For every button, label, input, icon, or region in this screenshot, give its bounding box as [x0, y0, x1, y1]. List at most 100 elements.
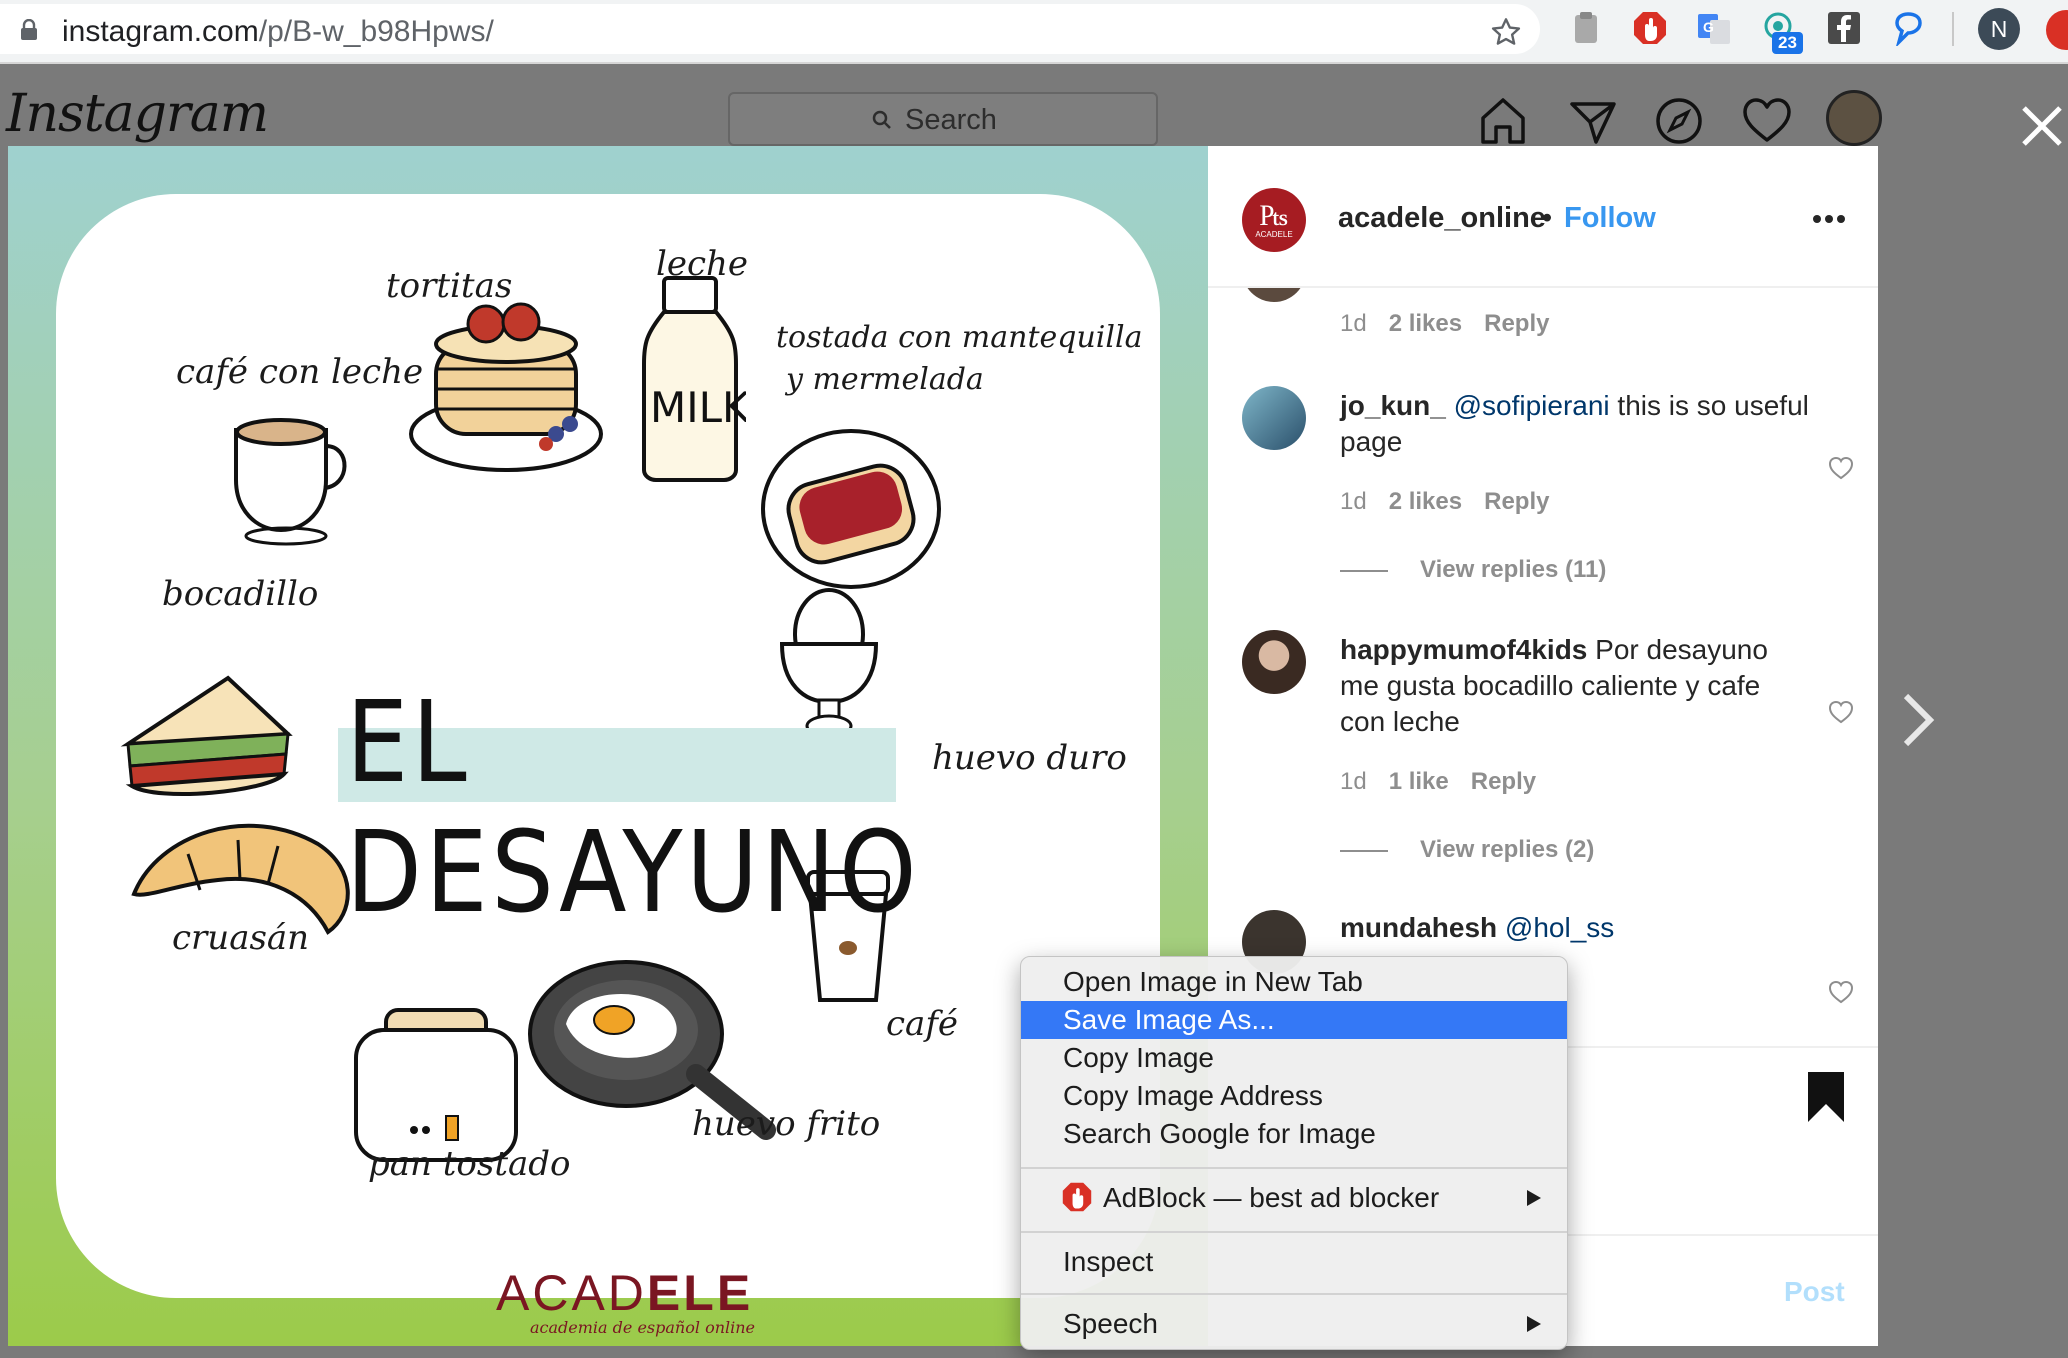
reply-button[interactable]: Reply [1484, 310, 1549, 337]
activity-heart-icon[interactable] [1740, 94, 1794, 148]
follow-button[interactable]: Follow [1564, 202, 1656, 235]
menu-separator [1021, 1167, 1567, 1169]
label-cruasan: cruasán [172, 918, 310, 958]
menu-item-open-image-new-tab[interactable]: Open Image in New Tab [1021, 963, 1567, 1001]
coffee-cup-drawing [234, 418, 347, 546]
menu-item-inspect[interactable]: Inspect [1021, 1243, 1567, 1281]
browser-toolbar: instagram.com/p/B-w_b98Hpws/ G 23 N [0, 0, 2068, 64]
comment-time: 1d [1340, 768, 1367, 795]
search-input[interactable]: Search [728, 92, 1158, 146]
comment-mention[interactable]: @sofipierani [1454, 390, 1610, 421]
replies-line [1340, 849, 1388, 852]
chevron-right-icon[interactable] [1898, 690, 1938, 750]
profile-avatar[interactable]: N [1978, 8, 2020, 50]
like-heart-icon[interactable] [1828, 700, 1854, 724]
adblock-extension-icon[interactable] [1632, 10, 1668, 46]
extension-icon-partial[interactable] [2046, 10, 2068, 50]
comment-username[interactable]: happymumof4kids [1340, 634, 1587, 665]
commenter-avatar[interactable] [1242, 288, 1306, 302]
submenu-arrow-icon [1527, 1190, 1541, 1206]
comment-likes[interactable]: 2 likes [1389, 488, 1462, 515]
brand-bold: ELE [646, 1265, 754, 1321]
brand-light: ACAD [496, 1265, 647, 1321]
bookmark-star-icon[interactable] [1490, 16, 1522, 48]
menu-item-save-image-as[interactable]: Save Image As... [1021, 1001, 1567, 1039]
post-comment-button[interactable]: Post [1784, 1276, 1845, 1308]
label-leche: leche [656, 244, 749, 284]
poster-title: EL DESAYUNO [346, 678, 921, 938]
like-heart-icon[interactable] [1828, 456, 1854, 480]
pin-extension-icon[interactable] [1890, 10, 1926, 46]
google-translate-extension-icon[interactable]: G [1696, 10, 1732, 46]
milk-label: MILK [650, 383, 746, 432]
label-mermelada: y mermelada [786, 362, 984, 397]
label-cafe-con-leche: café con leche [176, 352, 424, 392]
commenter-avatar[interactable] [1242, 386, 1306, 450]
close-icon[interactable] [2020, 104, 2064, 148]
menu-separator [1021, 1231, 1567, 1233]
brand-tagline: academia de español online [530, 1318, 756, 1337]
comment-time: 1d [1340, 310, 1367, 337]
svg-text:G: G [1703, 19, 1714, 35]
explore-compass-icon[interactable] [1652, 94, 1706, 148]
menu-item-copy-image-address[interactable]: Copy Image Address [1021, 1077, 1567, 1115]
comment-likes[interactable]: 2 likes [1389, 310, 1462, 337]
view-replies-button[interactable]: View replies (11) [1340, 556, 1606, 584]
label-pan-tostado: pan tostado [368, 1144, 571, 1184]
label-tortitas: tortitas [386, 266, 513, 306]
direct-message-icon[interactable] [1566, 94, 1620, 148]
home-icon[interactable] [1476, 94, 1530, 148]
lock-icon[interactable] [20, 19, 38, 41]
comment-meta: 1d 2 likes Reply [1340, 310, 1549, 338]
view-replies-button[interactable]: View replies (2) [1340, 836, 1594, 864]
comment-text: happymumof4kids Por desayuno me gusta bo… [1340, 632, 1810, 740]
pancakes-drawing [409, 302, 603, 472]
label-tostada: tostada con mantequilla [776, 320, 1143, 355]
comment-username[interactable]: mundahesh [1340, 912, 1497, 943]
commenter-avatar[interactable] [1242, 630, 1306, 694]
search-placeholder: Search [905, 104, 997, 136]
comment-likes[interactable]: 1 like [1389, 768, 1449, 795]
submenu-arrow-icon [1527, 1316, 1541, 1332]
like-heart-icon[interactable] [1828, 980, 1854, 1004]
reply-button[interactable]: Reply [1484, 488, 1549, 515]
toaster-drawing [354, 1008, 518, 1162]
author-avatar[interactable]: ₧ ACADELE [1242, 188, 1306, 252]
post-header: ₧ ACADELE acadele_online • Follow [1208, 146, 1878, 288]
label-bocadillo: bocadillo [162, 574, 319, 614]
comment-username[interactable]: jo_kun_ [1340, 390, 1446, 421]
context-menu: Open Image in New Tab Save Image As... C… [1020, 956, 1568, 1350]
url-host: instagram.com [62, 15, 259, 48]
comment-meta: 1d 2 likes Reply [1340, 488, 1549, 516]
url-text[interactable]: instagram.com/p/B-w_b98Hpws/ [62, 15, 494, 49]
search-icon [872, 110, 891, 129]
menu-item-search-google-image[interactable]: Search Google for Image [1021, 1115, 1567, 1153]
comment-text: mundahesh @hol_ss [1340, 910, 1810, 946]
author-monogram: ₧ [1259, 198, 1289, 233]
menu-item-adblock[interactable]: AdBlock — best ad blocker [1021, 1179, 1567, 1217]
menu-separator [1021, 1293, 1567, 1295]
screen: instagram.com/p/B-w_b98Hpws/ G 23 N Inst… [0, 0, 2068, 1358]
clipboard-extension-icon[interactable] [1568, 10, 1604, 46]
label-huevo-frito: huevo frito [692, 1104, 881, 1144]
author-username[interactable]: acadele_online [1338, 202, 1546, 235]
address-bar[interactable]: instagram.com/p/B-w_b98Hpws/ [0, 4, 1540, 54]
comment-meta: 1d 1 like Reply [1340, 768, 1536, 796]
menu-item-copy-image[interactable]: Copy Image [1021, 1039, 1567, 1077]
author-avatar-label: ACADELE [1255, 230, 1293, 239]
save-bookmark-icon[interactable] [1804, 1070, 1848, 1124]
poster-card: MILK tortitas leche café con leche tosta… [56, 194, 1160, 1337]
view-replies-label: View replies (2) [1420, 836, 1595, 863]
comment-text: jo_kun_ @sofipierani this is so useful p… [1340, 388, 1810, 460]
sandwich-drawing [120, 675, 293, 796]
facebook-extension-icon[interactable] [1826, 10, 1862, 46]
profile-avatar-nav[interactable] [1826, 90, 1882, 146]
milk-bottle-drawing: MILK [642, 276, 746, 482]
view-replies-label: View replies (11) [1420, 556, 1607, 583]
label-cafe: café [886, 1004, 959, 1044]
instagram-logo[interactable]: Instagram [6, 84, 269, 144]
comment-mention[interactable]: @hol_ss [1505, 912, 1614, 943]
menu-item-speech[interactable]: Speech [1021, 1305, 1567, 1343]
reply-button[interactable]: Reply [1471, 768, 1536, 795]
more-options-icon[interactable] [1812, 212, 1846, 226]
